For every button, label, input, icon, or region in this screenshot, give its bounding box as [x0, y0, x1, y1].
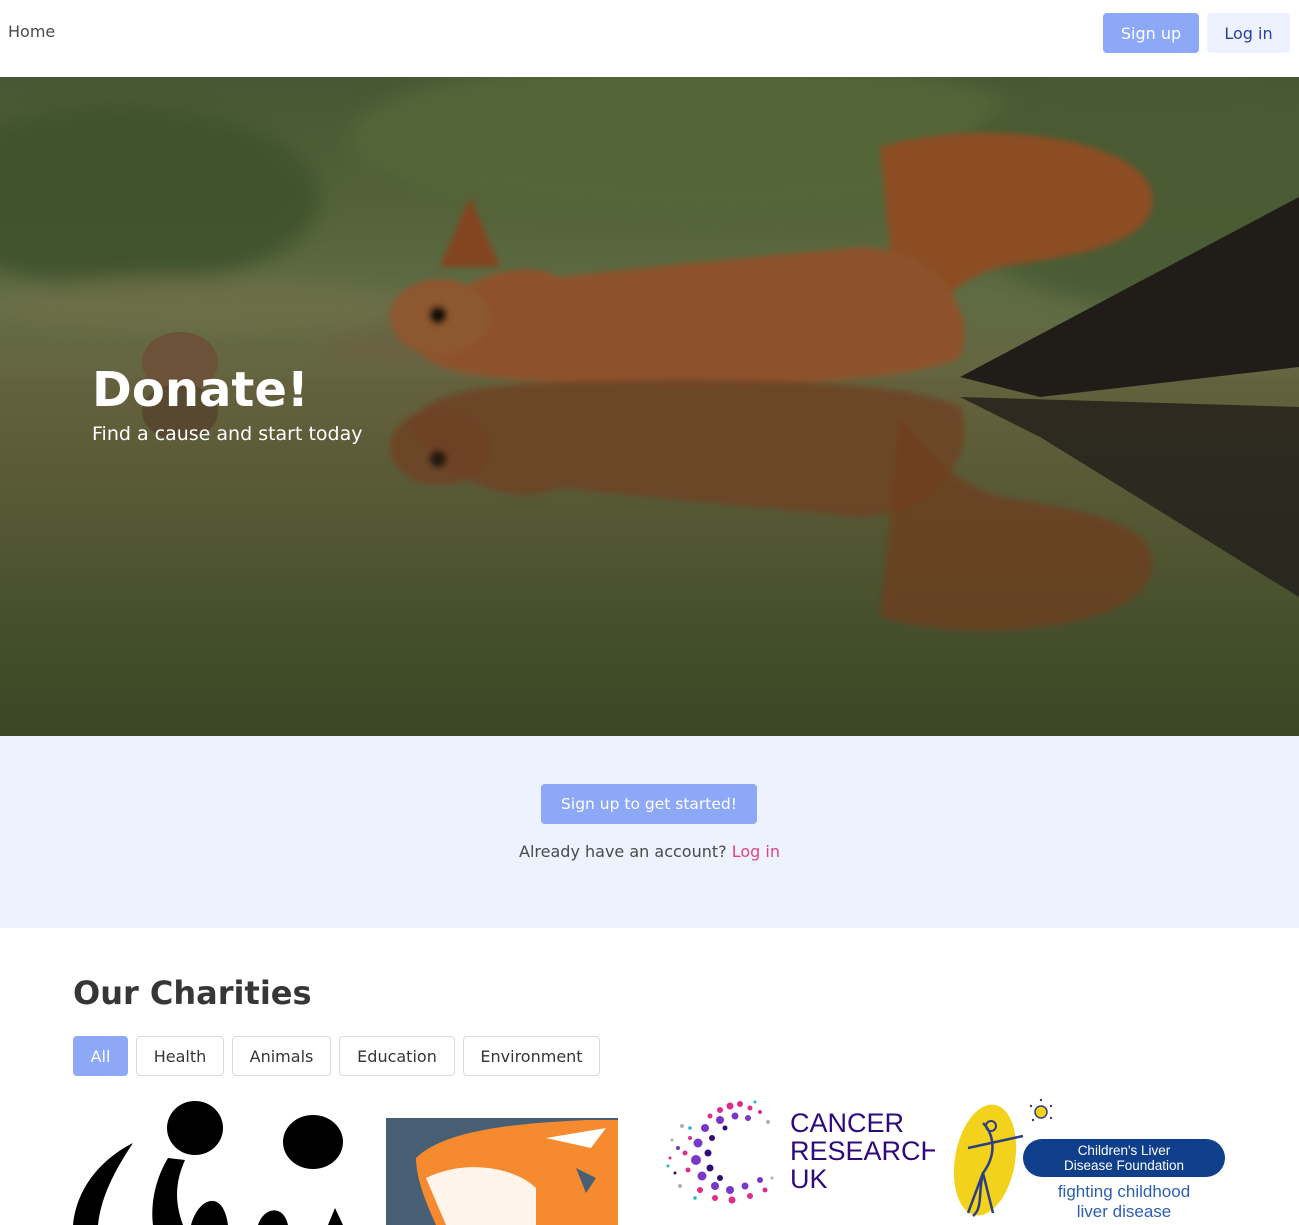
- navbar: Home Sign up Log in: [0, 0, 1299, 77]
- filter-education[interactable]: Education: [339, 1036, 455, 1076]
- filter-environment[interactable]: Environment: [463, 1036, 600, 1076]
- charity-logo-childrens-liver[interactable]: Children's Liver Disease Foundation figh…: [953, 1098, 1228, 1225]
- liver-name-line-1: Children's Liver: [1077, 1143, 1171, 1158]
- filter-health[interactable]: Health: [136, 1036, 224, 1076]
- hero-subtitle: Find a cause and start today: [92, 423, 363, 445]
- signup-button[interactable]: Sign up: [1103, 13, 1199, 53]
- hero-banner: Donate! Find a cause and start today: [0, 77, 1299, 736]
- filter-animals[interactable]: Animals: [232, 1036, 331, 1076]
- charity-logo-orange-animal[interactable]: [386, 1098, 618, 1225]
- liver-tagline-line-1: fighting childhood: [1057, 1182, 1191, 1201]
- login-button[interactable]: Log in: [1207, 13, 1290, 53]
- get-started-button[interactable]: Sign up to get started!: [541, 784, 757, 824]
- charity-logo-panda[interactable]: [73, 1098, 345, 1225]
- cancer-logo-line-3: UK: [790, 1164, 828, 1194]
- hero-title: Donate!: [92, 362, 309, 418]
- charity-logo-cancer-research-uk[interactable]: CANCER RESEARCH UK: [660, 1098, 935, 1225]
- nav-home-link[interactable]: Home: [8, 22, 55, 41]
- panda-logo-image: [73, 1101, 343, 1225]
- cancer-logo-line-2: RESEARCH: [790, 1136, 935, 1166]
- animal-logo-image: [386, 1118, 618, 1225]
- login-prompt: Already have an account? Log in: [0, 842, 1299, 861]
- filter-all[interactable]: All: [73, 1036, 128, 1076]
- login-prompt-text: Already have an account?: [519, 842, 727, 861]
- login-link[interactable]: Log in: [732, 842, 780, 861]
- cancer-logo-line-1: CANCER: [790, 1108, 905, 1138]
- charities-heading: Our Charities: [73, 974, 312, 1012]
- liver-name-line-2: Disease Foundation: [1063, 1158, 1185, 1173]
- signup-cta-section: Sign up to get started! Already have an …: [0, 736, 1299, 928]
- liver-tagline-line-2: liver disease: [1076, 1202, 1172, 1221]
